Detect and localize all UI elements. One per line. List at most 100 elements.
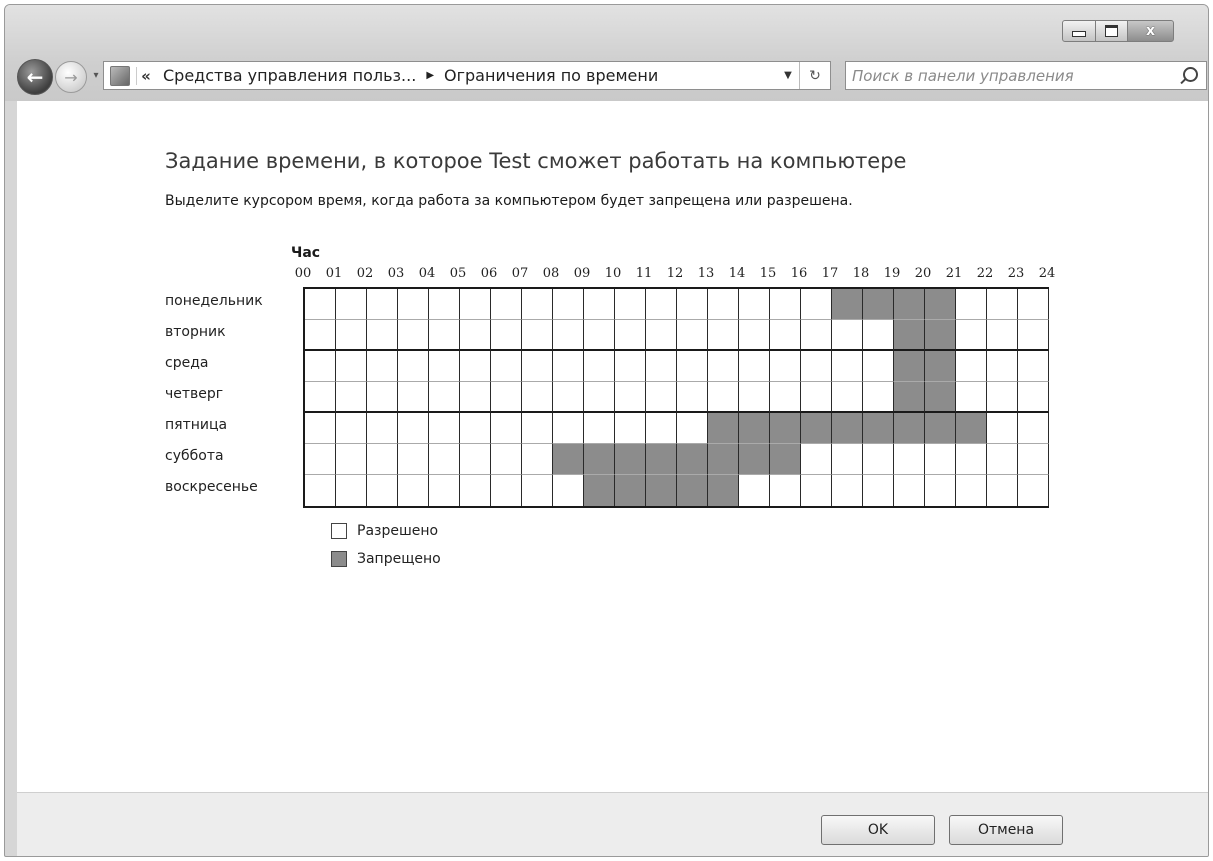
- schedule-cell[interactable]: [615, 444, 646, 475]
- schedule-cell[interactable]: [925, 351, 956, 382]
- schedule-cell[interactable]: [305, 351, 336, 382]
- schedule-cell[interactable]: [708, 351, 739, 382]
- schedule-cell[interactable]: [987, 475, 1018, 506]
- schedule-cell[interactable]: [677, 320, 708, 351]
- schedule-cell[interactable]: [553, 475, 584, 506]
- schedule-cell[interactable]: [398, 413, 429, 444]
- schedule-cell[interactable]: [770, 475, 801, 506]
- schedule-cell[interactable]: [987, 351, 1018, 382]
- schedule-cell[interactable]: [677, 444, 708, 475]
- schedule-cell[interactable]: [584, 475, 615, 506]
- schedule-cell[interactable]: [460, 382, 491, 413]
- schedule-cell[interactable]: [987, 289, 1018, 320]
- schedule-cell[interactable]: [677, 475, 708, 506]
- schedule-cell[interactable]: [522, 413, 553, 444]
- schedule-cell[interactable]: [863, 475, 894, 506]
- schedule-cell[interactable]: [336, 444, 367, 475]
- schedule-cell[interactable]: [708, 320, 739, 351]
- schedule-cell[interactable]: [646, 289, 677, 320]
- schedule-cell[interactable]: [429, 320, 460, 351]
- schedule-cell[interactable]: [522, 351, 553, 382]
- schedule-cell[interactable]: [522, 289, 553, 320]
- schedule-cell[interactable]: [553, 320, 584, 351]
- schedule-cell[interactable]: [584, 413, 615, 444]
- schedule-cell[interactable]: [615, 475, 646, 506]
- schedule-cell[interactable]: [491, 413, 522, 444]
- schedule-cell[interactable]: [863, 444, 894, 475]
- maximize-button[interactable]: [1095, 20, 1128, 42]
- schedule-cell[interactable]: [832, 475, 863, 506]
- schedule-cell[interactable]: [863, 289, 894, 320]
- schedule-cell[interactable]: [770, 444, 801, 475]
- schedule-cell[interactable]: [739, 413, 770, 444]
- schedule-cell[interactable]: [987, 382, 1018, 413]
- schedule-cell[interactable]: [677, 289, 708, 320]
- schedule-cell[interactable]: [708, 413, 739, 444]
- address-dropdown-icon[interactable]: ▼: [777, 70, 799, 81]
- schedule-cell[interactable]: [522, 320, 553, 351]
- schedule-cell[interactable]: [553, 351, 584, 382]
- schedule-cell[interactable]: [894, 475, 925, 506]
- schedule-cell[interactable]: [832, 413, 863, 444]
- schedule-cell[interactable]: [615, 320, 646, 351]
- schedule-cell[interactable]: [305, 289, 336, 320]
- schedule-cell[interactable]: [305, 413, 336, 444]
- schedule-cell[interactable]: [460, 351, 491, 382]
- schedule-cell[interactable]: [956, 475, 987, 506]
- schedule-cell[interactable]: [584, 289, 615, 320]
- schedule-cell[interactable]: [832, 351, 863, 382]
- breadcrumb-separator-icon[interactable]: ▶: [424, 70, 436, 81]
- schedule-cell[interactable]: [832, 320, 863, 351]
- schedule-cell[interactable]: [646, 382, 677, 413]
- address-bar[interactable]: « Средства управления польз... ▶ Огранич…: [103, 61, 831, 90]
- schedule-cell[interactable]: [398, 382, 429, 413]
- schedule-cell[interactable]: [429, 382, 460, 413]
- schedule-cell[interactable]: [739, 475, 770, 506]
- schedule-cell[interactable]: [646, 444, 677, 475]
- schedule-cell[interactable]: [553, 289, 584, 320]
- schedule-cell[interactable]: [367, 289, 398, 320]
- schedule-cell[interactable]: [1018, 289, 1049, 320]
- schedule-cell[interactable]: [398, 351, 429, 382]
- schedule-cell[interactable]: [646, 351, 677, 382]
- schedule-cell[interactable]: [801, 289, 832, 320]
- schedule-cell[interactable]: [894, 289, 925, 320]
- schedule-cell[interactable]: [956, 351, 987, 382]
- schedule-cell[interactable]: [398, 475, 429, 506]
- schedule-cell[interactable]: [305, 444, 336, 475]
- schedule-cell[interactable]: [801, 444, 832, 475]
- schedule-cell[interactable]: [739, 351, 770, 382]
- schedule-cell[interactable]: [708, 289, 739, 320]
- schedule-cell[interactable]: [894, 382, 925, 413]
- refresh-button[interactable]: ↻: [799, 62, 830, 89]
- schedule-cell[interactable]: [367, 382, 398, 413]
- schedule-cell[interactable]: [832, 444, 863, 475]
- schedule-cell[interactable]: [739, 289, 770, 320]
- schedule-cell[interactable]: [491, 475, 522, 506]
- schedule-cell[interactable]: [615, 382, 646, 413]
- schedule-cell[interactable]: [863, 320, 894, 351]
- schedule-cell[interactable]: [801, 351, 832, 382]
- schedule-cell[interactable]: [305, 382, 336, 413]
- schedule-cell[interactable]: [367, 413, 398, 444]
- schedule-cell[interactable]: [925, 320, 956, 351]
- schedule-cell[interactable]: [615, 413, 646, 444]
- schedule-cell[interactable]: [336, 475, 367, 506]
- schedule-cell[interactable]: [336, 289, 367, 320]
- schedule-cell[interactable]: [646, 475, 677, 506]
- schedule-cell[interactable]: [367, 320, 398, 351]
- schedule-cell[interactable]: [491, 351, 522, 382]
- schedule-cell[interactable]: [367, 475, 398, 506]
- schedule-cell[interactable]: [429, 289, 460, 320]
- schedule-cell[interactable]: [491, 320, 522, 351]
- schedule-cell[interactable]: [677, 413, 708, 444]
- schedule-cell[interactable]: [863, 351, 894, 382]
- schedule-cell[interactable]: [956, 413, 987, 444]
- schedule-cell[interactable]: [956, 444, 987, 475]
- schedule-cell[interactable]: [770, 382, 801, 413]
- schedule-cell[interactable]: [677, 351, 708, 382]
- schedule-cell[interactable]: [770, 413, 801, 444]
- schedule-cell[interactable]: [615, 289, 646, 320]
- schedule-cell[interactable]: [677, 382, 708, 413]
- schedule-cell[interactable]: [398, 444, 429, 475]
